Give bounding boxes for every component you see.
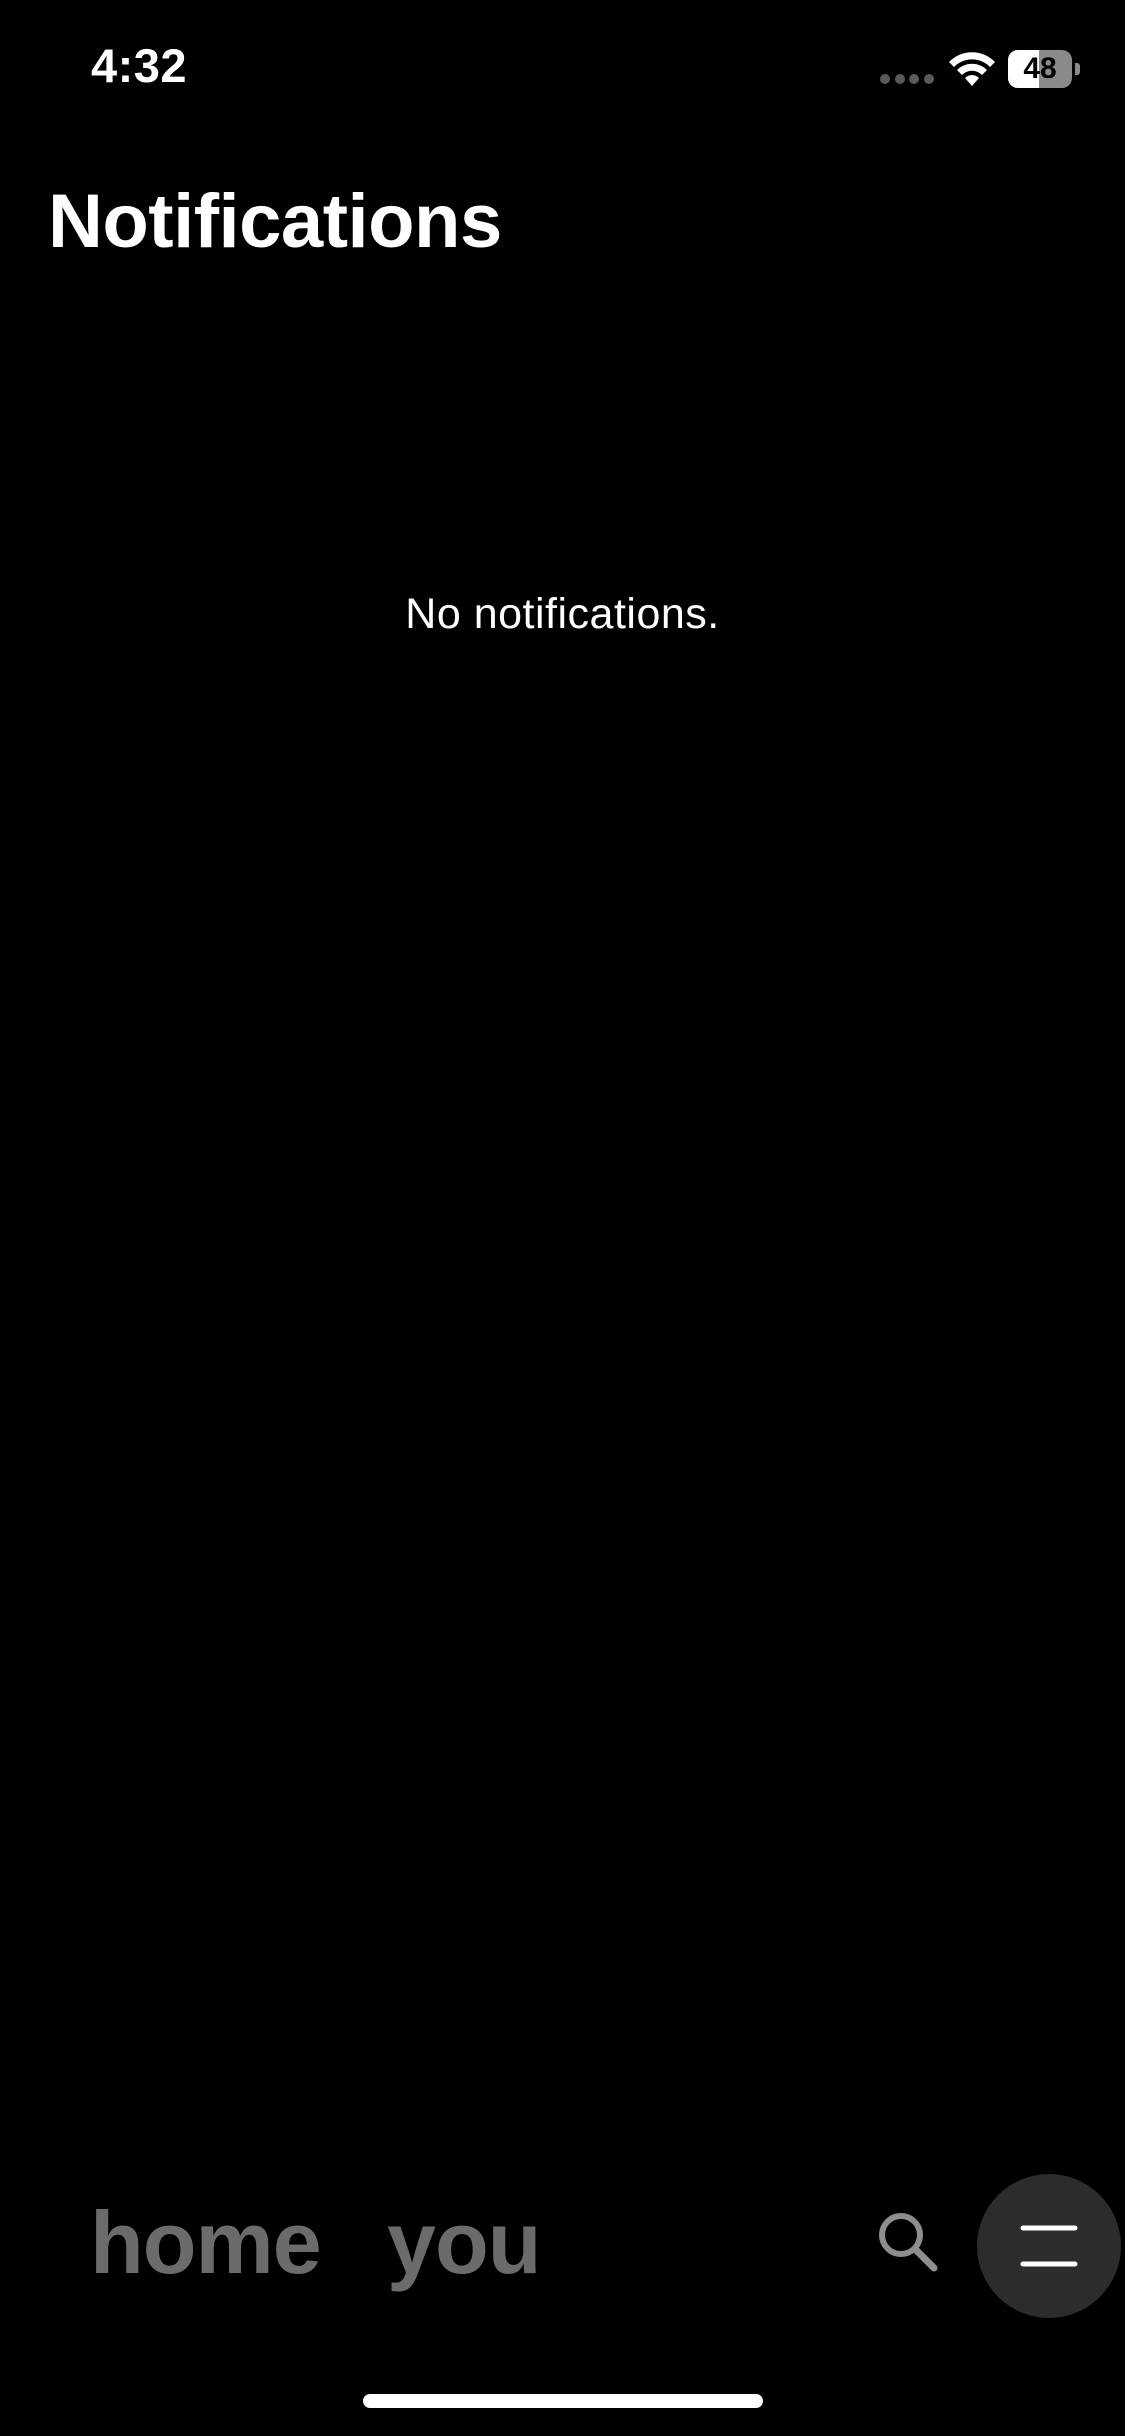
search-icon bbox=[879, 2213, 938, 2272]
status-time: 4:32 bbox=[91, 39, 188, 92]
menu-button[interactable] bbox=[977, 2174, 1121, 2318]
menu-icon bbox=[1020, 2225, 1078, 2267]
tab-you[interactable]: you bbox=[387, 2192, 541, 2294]
signal-dots-icon bbox=[880, 74, 934, 84]
bottom-nav: home you bbox=[0, 2160, 1125, 2320]
page-title: Notifications bbox=[48, 179, 502, 264]
wifi-icon bbox=[949, 52, 995, 86]
status-bar: 4:32 48 bbox=[0, 0, 1125, 140]
home-indicator[interactable] bbox=[363, 2394, 763, 2408]
search-button[interactable] bbox=[872, 2206, 944, 2278]
battery-icon: 48 bbox=[1008, 50, 1080, 88]
battery-level: 48 bbox=[1023, 52, 1057, 85]
empty-state-message: No notifications. bbox=[405, 590, 720, 638]
tab-home[interactable]: home bbox=[90, 2192, 322, 2294]
